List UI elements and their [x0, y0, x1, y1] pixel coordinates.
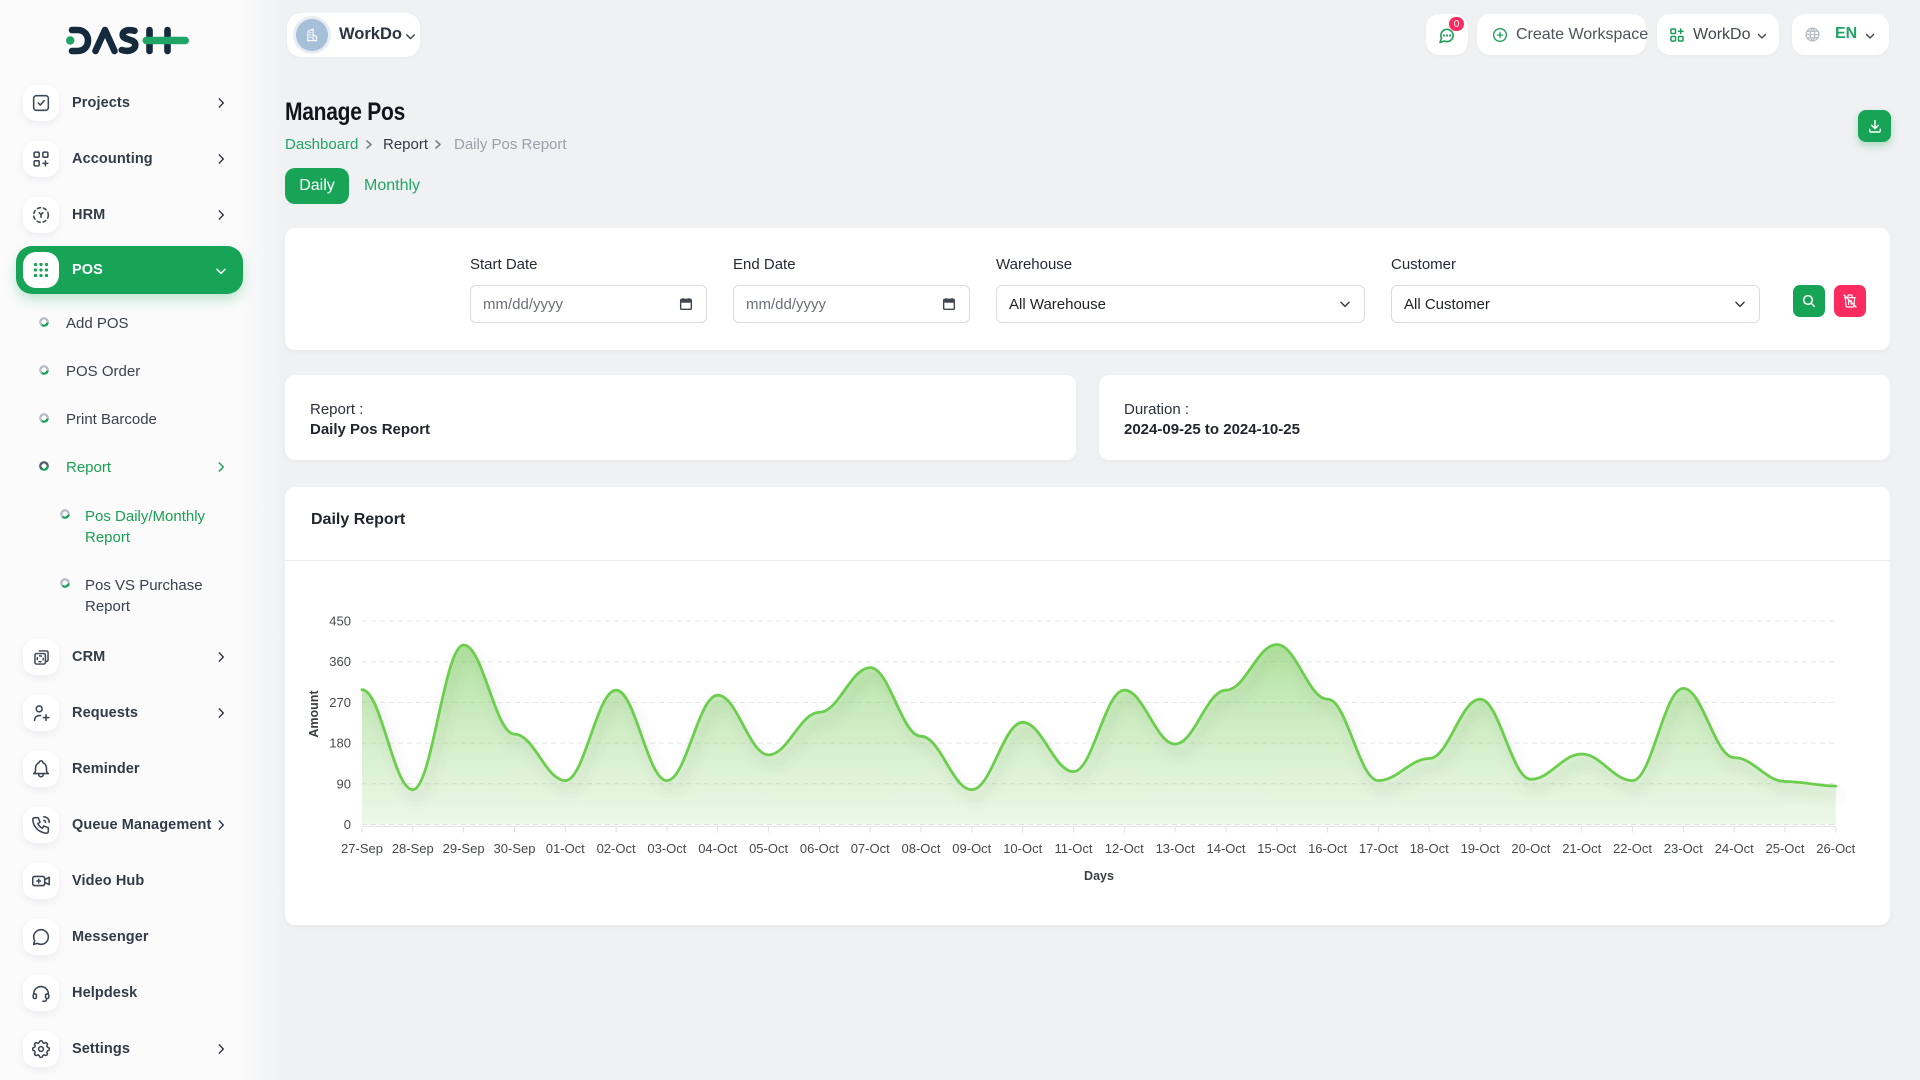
svg-text:27-Sep: 27-Sep — [341, 841, 383, 856]
svg-text:23-Oct: 23-Oct — [1664, 841, 1703, 856]
svg-text:16-Oct: 16-Oct — [1308, 841, 1347, 856]
svg-text:25-Oct: 25-Oct — [1765, 841, 1804, 856]
svg-text:26-Oct: 26-Oct — [1816, 841, 1855, 856]
svg-text:24-Oct: 24-Oct — [1715, 841, 1754, 856]
svg-text:90: 90 — [337, 776, 351, 791]
svg-text:05-Oct: 05-Oct — [749, 841, 788, 856]
svg-text:19-Oct: 19-Oct — [1461, 841, 1500, 856]
svg-text:450: 450 — [329, 614, 351, 629]
svg-text:09-Oct: 09-Oct — [952, 841, 991, 856]
svg-text:360: 360 — [329, 654, 351, 669]
svg-text:17-Oct: 17-Oct — [1359, 841, 1398, 856]
svg-text:11-Oct: 11-Oct — [1054, 841, 1092, 856]
svg-text:0: 0 — [344, 817, 351, 832]
svg-text:02-Oct: 02-Oct — [597, 841, 636, 856]
svg-text:Days: Days — [1084, 869, 1114, 883]
svg-text:18-Oct: 18-Oct — [1410, 841, 1449, 856]
svg-text:06-Oct: 06-Oct — [800, 841, 839, 856]
svg-text:13-Oct: 13-Oct — [1156, 841, 1195, 856]
svg-text:28-Sep: 28-Sep — [392, 841, 434, 856]
svg-text:10-Oct: 10-Oct — [1003, 841, 1042, 856]
svg-text:01-Oct: 01-Oct — [546, 841, 585, 856]
svg-text:12-Oct: 12-Oct — [1105, 841, 1144, 856]
svg-text:07-Oct: 07-Oct — [851, 841, 890, 856]
svg-text:30-Sep: 30-Sep — [494, 841, 536, 856]
svg-text:03-Oct: 03-Oct — [647, 841, 686, 856]
svg-text:20-Oct: 20-Oct — [1511, 841, 1550, 856]
svg-text:270: 270 — [329, 695, 351, 710]
svg-text:04-Oct: 04-Oct — [698, 841, 737, 856]
svg-text:Amount: Amount — [307, 690, 321, 738]
svg-text:22-Oct: 22-Oct — [1613, 841, 1652, 856]
svg-text:14-Oct: 14-Oct — [1206, 841, 1245, 856]
svg-text:29-Sep: 29-Sep — [443, 841, 485, 856]
svg-text:08-Oct: 08-Oct — [901, 841, 940, 856]
svg-text:180: 180 — [329, 736, 351, 751]
svg-text:15-Oct: 15-Oct — [1257, 841, 1296, 856]
svg-text:21-Oct: 21-Oct — [1562, 841, 1601, 856]
